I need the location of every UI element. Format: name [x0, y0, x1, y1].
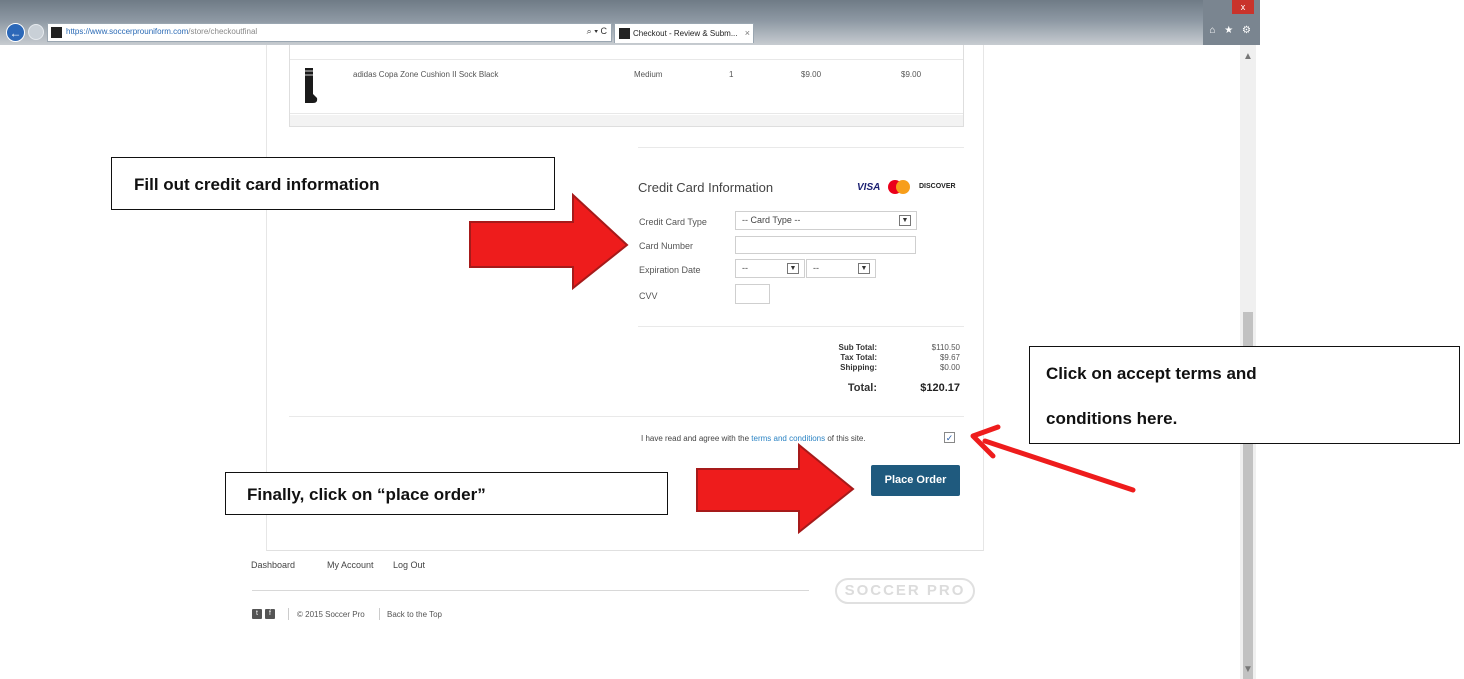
- chevron-down-icon: ▼: [858, 263, 870, 274]
- sock-product-image: [305, 68, 318, 103]
- mastercard-logo-icon: [888, 180, 910, 194]
- annotation-fill-out-card: Fill out credit card information: [111, 157, 555, 210]
- scroll-down-icon[interactable]: ▼: [1240, 664, 1256, 675]
- card-type-value: -- Card Type --: [742, 215, 801, 225]
- item-line-total: $9.00: [901, 70, 922, 79]
- sub-total-label: Sub Total:: [838, 343, 877, 352]
- total-label: Total:: [847, 382, 877, 394]
- footer-link-log-out[interactable]: Log Out: [393, 560, 425, 570]
- search-refresh-icon[interactable]: ⌕ ▾ C: [587, 26, 607, 37]
- annotation-fill-out-text: Fill out credit card information: [134, 175, 380, 194]
- soccer-pro-logo: SOCCER PRO: [835, 578, 975, 604]
- item-price: $9.00: [801, 70, 822, 79]
- table-footer: [290, 115, 963, 126]
- credit-card-title: Credit Card Information: [638, 180, 774, 195]
- tab-favicon-icon: [619, 28, 630, 39]
- tax-total-label: Tax Total:: [840, 353, 877, 362]
- footer-link-my-account[interactable]: My Account: [327, 560, 374, 570]
- expiration-label: Expiration Date: [639, 265, 701, 275]
- url-path: /store/checkoutfinal: [188, 27, 258, 36]
- annotation-place-order: Finally, click on “place order”: [225, 472, 668, 515]
- annotation-accept-terms-line1: Click on accept terms and: [1046, 364, 1257, 383]
- home-favorites-settings-icons[interactable]: ⌂ ★ ⚙: [1209, 25, 1254, 36]
- scroll-up-icon[interactable]: ▲: [1240, 51, 1256, 62]
- terms-suffix: of this site.: [825, 434, 866, 443]
- footer-link-dashboard[interactable]: Dashboard: [251, 560, 295, 570]
- copyright-text: © 2015 Soccer Pro: [297, 610, 365, 619]
- item-size: Medium: [634, 70, 663, 79]
- line-arrow-to-checkbox: [982, 438, 1136, 493]
- tab-close-icon[interactable]: ×: [745, 28, 750, 38]
- divider: [638, 147, 964, 148]
- card-number-label: Card Number: [639, 241, 694, 251]
- window-controls: x ⌂ ★ ⚙: [1203, 0, 1260, 45]
- tax-total-value: $9.67: [939, 353, 960, 362]
- sub-total-value: $110.50: [931, 343, 960, 352]
- chevron-down-icon: ▼: [787, 263, 799, 274]
- back-to-top-link[interactable]: Back to the Top: [387, 610, 442, 619]
- order-items-table: adidas Copa Zone Cushion II Sock Black M…: [289, 45, 964, 127]
- exp-year-value: --: [813, 263, 819, 273]
- url-domain: https://www.soccerprouniform.com: [66, 27, 189, 36]
- back-arrow-icon[interactable]: ←: [6, 23, 25, 42]
- twitter-icon[interactable]: t: [252, 609, 262, 619]
- discover-logo: DISCOVER: [919, 183, 956, 190]
- exp-year-select[interactable]: -- ▼: [806, 259, 876, 278]
- browser-tab-checkout[interactable]: Checkout - Review & Subm... ×: [614, 23, 754, 43]
- facebook-icon[interactable]: f: [265, 609, 275, 619]
- url-text: https://www.soccerprouniform.com/store/c…: [66, 27, 257, 36]
- shipping-value: $0.00: [939, 363, 960, 372]
- footer-divider: [252, 590, 809, 591]
- tab-title: Checkout - Review & Subm...: [633, 29, 738, 38]
- terms-prefix: I have read and agree with the: [641, 434, 752, 443]
- terms-link[interactable]: terms and conditions: [751, 434, 825, 443]
- forward-arrow-icon[interactable]: [28, 24, 44, 40]
- divider: [638, 326, 964, 327]
- address-bar[interactable]: https://www.soccerprouniform.com/store/c…: [47, 23, 612, 42]
- item-quantity: 1: [729, 70, 734, 79]
- shipping-label: Shipping:: [840, 363, 877, 372]
- cvv-label: CVV: [639, 291, 658, 301]
- item-name: adidas Copa Zone Cushion II Sock Black: [353, 70, 499, 79]
- browser-toolbar: ← https://www.soccerprouniform.com/store…: [0, 0, 1260, 45]
- card-type-select[interactable]: -- Card Type -- ▼: [735, 211, 917, 230]
- chevron-down-icon: ▼: [899, 215, 911, 226]
- annotation-place-order-text: Finally, click on “place order”: [247, 485, 486, 504]
- cvv-input[interactable]: [735, 284, 770, 304]
- footer-separator: [288, 608, 289, 620]
- annotation-accept-terms-line2: conditions here.: [1046, 409, 1178, 428]
- visa-logo: VISA: [857, 182, 881, 193]
- place-order-button[interactable]: Place Order: [871, 465, 960, 496]
- footer-separator: [379, 608, 380, 620]
- terms-checkbox[interactable]: ✓: [944, 432, 955, 443]
- divider: [289, 416, 964, 417]
- exp-month-value: --: [742, 263, 748, 273]
- exp-month-select[interactable]: -- ▼: [735, 259, 805, 278]
- card-number-input[interactable]: [735, 236, 916, 254]
- window-close-icon[interactable]: x: [1232, 0, 1254, 14]
- total-value: $120.17: [920, 382, 960, 394]
- annotation-accept-terms: Click on accept terms and conditions her…: [1029, 346, 1460, 444]
- card-type-label: Credit Card Type: [639, 217, 707, 227]
- site-favicon-icon: [51, 27, 62, 38]
- table-row: adidas Copa Zone Cushion II Sock Black M…: [290, 59, 963, 114]
- terms-agreement-text: I have read and agree with the terms and…: [641, 434, 866, 443]
